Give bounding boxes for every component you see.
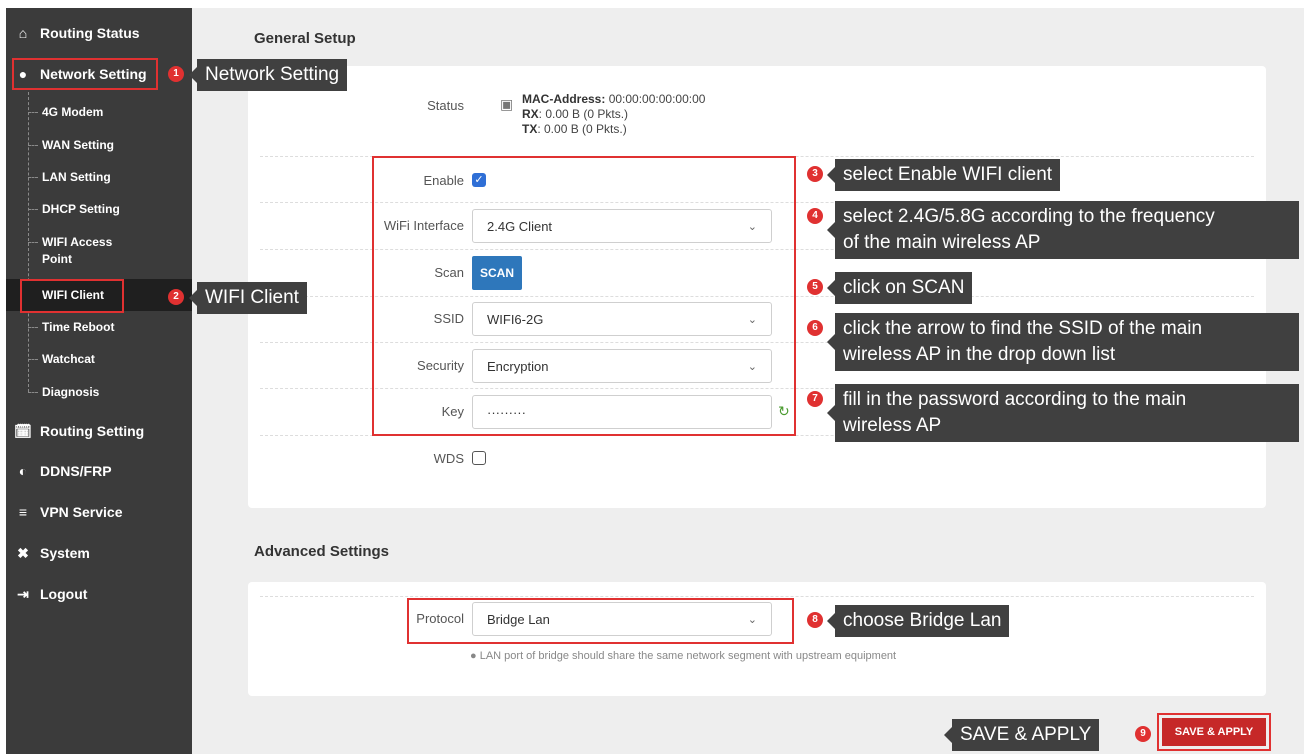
row-separator <box>260 596 1254 597</box>
logout-icon: ⇥ <box>17 585 29 602</box>
highlight-wifi-client <box>20 279 124 313</box>
callout-ssid-line1: click the arrow to find the SSID of the … <box>843 318 1203 339</box>
tools-icon: ✖ <box>17 544 29 561</box>
step-badge-1: 1 <box>168 66 184 82</box>
sidebar: ⌂ Routing Status ● Network Setting 4G Mo… <box>6 8 192 754</box>
protocol-hint-text: LAN port of bridge should share the same… <box>479 650 897 662</box>
wds-label: WDS <box>433 451 464 466</box>
callout-save: SAVE & APPLY <box>943 719 1100 751</box>
callout-key: fill in the password according to the ma… <box>827 384 1299 442</box>
calendar-icon: 🗓 <box>14 422 32 439</box>
highlight-network-setting <box>12 58 158 90</box>
tx-label: TX <box>522 122 538 136</box>
tx-value: : 0.00 B (0 Pkts.) <box>537 122 627 136</box>
highlight-protocol <box>407 598 794 644</box>
wds-checkbox[interactable] <box>472 451 486 465</box>
page: ⌂ Routing Status ● Network Setting 4G Mo… <box>0 0 1304 754</box>
step-badge-6: 6 <box>807 320 823 336</box>
protocol-hint: ● LAN port of bridge should share the sa… <box>470 650 896 662</box>
sidebar-item-4g-modem[interactable]: 4G Modem <box>6 104 192 121</box>
callout-ssid: click the arrow to find the SSID of the … <box>827 313 1299 371</box>
callout-enable: select Enable WIFI client <box>826 159 1061 191</box>
mac-label: MAC-Address: <box>522 92 606 106</box>
status-info: MAC-Address: 00:00:00:00:00:00 RX: 0.00 … <box>522 92 705 137</box>
sidebar-item-wan-setting[interactable]: WAN Setting <box>6 137 192 154</box>
sidebar-item-watchcat[interactable]: Watchcat <box>6 351 192 368</box>
sidebar-item-routing-setting[interactable]: 🗓 Routing Setting <box>6 414 192 448</box>
info-icon: ● <box>470 650 477 662</box>
sidebar-item-logout[interactable]: ⇥ Logout <box>6 577 192 611</box>
callout-network-setting: Network Setting <box>188 59 348 91</box>
callout-wifi-interface: select 2.4G/5.8G according to the freque… <box>827 201 1299 259</box>
rx-value: : 0.00 B (0 Pkts.) <box>538 107 629 121</box>
highlight-wifi-fields <box>372 156 796 436</box>
advanced-settings-title: Advanced Settings <box>254 543 390 560</box>
sidebar-item-wifi-access-point[interactable]: WIFI Access Point <box>6 234 136 268</box>
callout-scan: click on SCAN <box>826 272 973 304</box>
home-icon: ⌂ <box>18 25 28 41</box>
step-badge-2: 2 <box>168 289 184 305</box>
sidebar-item-ddns-frp[interactable]: ◐ DDNS/FRP <box>6 454 192 488</box>
callout-ssid-line2: wireless AP in the drop down list <box>843 344 1116 365</box>
status-label: Status <box>427 98 464 113</box>
callout-wifi-interface-line1: select 2.4G/5.8G according to the freque… <box>843 206 1215 227</box>
save-apply-button[interactable]: SAVE & APPLY <box>1162 718 1266 746</box>
network-icon: ▣ <box>500 96 514 112</box>
mac-value: 00:00:00:00:00:00 <box>608 92 706 106</box>
sidebar-item-diagnosis[interactable]: Diagnosis <box>6 384 192 401</box>
sidebar-item-system[interactable]: ✖ System <box>6 536 192 570</box>
step-badge-4: 4 <box>807 208 823 224</box>
step-badge-9: 9 <box>1135 726 1151 742</box>
callout-wifi-client: WIFI Client <box>189 282 307 314</box>
step-badge-8: 8 <box>807 612 823 628</box>
list-icon: ≡ <box>18 504 28 520</box>
step-badge-5: 5 <box>807 279 823 295</box>
sidebar-item-time-reboot[interactable]: Time Reboot <box>6 319 192 336</box>
callout-key-line2: wireless AP <box>843 415 942 436</box>
rx-label: RX <box>522 107 539 121</box>
step-badge-7: 7 <box>807 391 823 407</box>
step-badge-3: 3 <box>807 166 823 182</box>
sidebar-item-dhcp-setting[interactable]: DHCP Setting <box>6 201 192 218</box>
sidebar-item-lan-setting[interactable]: LAN Setting <box>6 169 192 186</box>
callout-wifi-interface-line2: of the main wireless AP <box>843 232 1041 253</box>
callout-protocol: choose Bridge Lan <box>826 605 1010 637</box>
sidebar-item-routing-status[interactable]: ⌂ Routing Status <box>6 16 192 50</box>
general-setup-title: General Setup <box>254 30 356 47</box>
callout-key-line1: fill in the password according to the ma… <box>843 389 1187 410</box>
gauge-icon: ◐ <box>18 463 28 479</box>
sidebar-item-vpn-service[interactable]: ≡ VPN Service <box>6 495 192 529</box>
